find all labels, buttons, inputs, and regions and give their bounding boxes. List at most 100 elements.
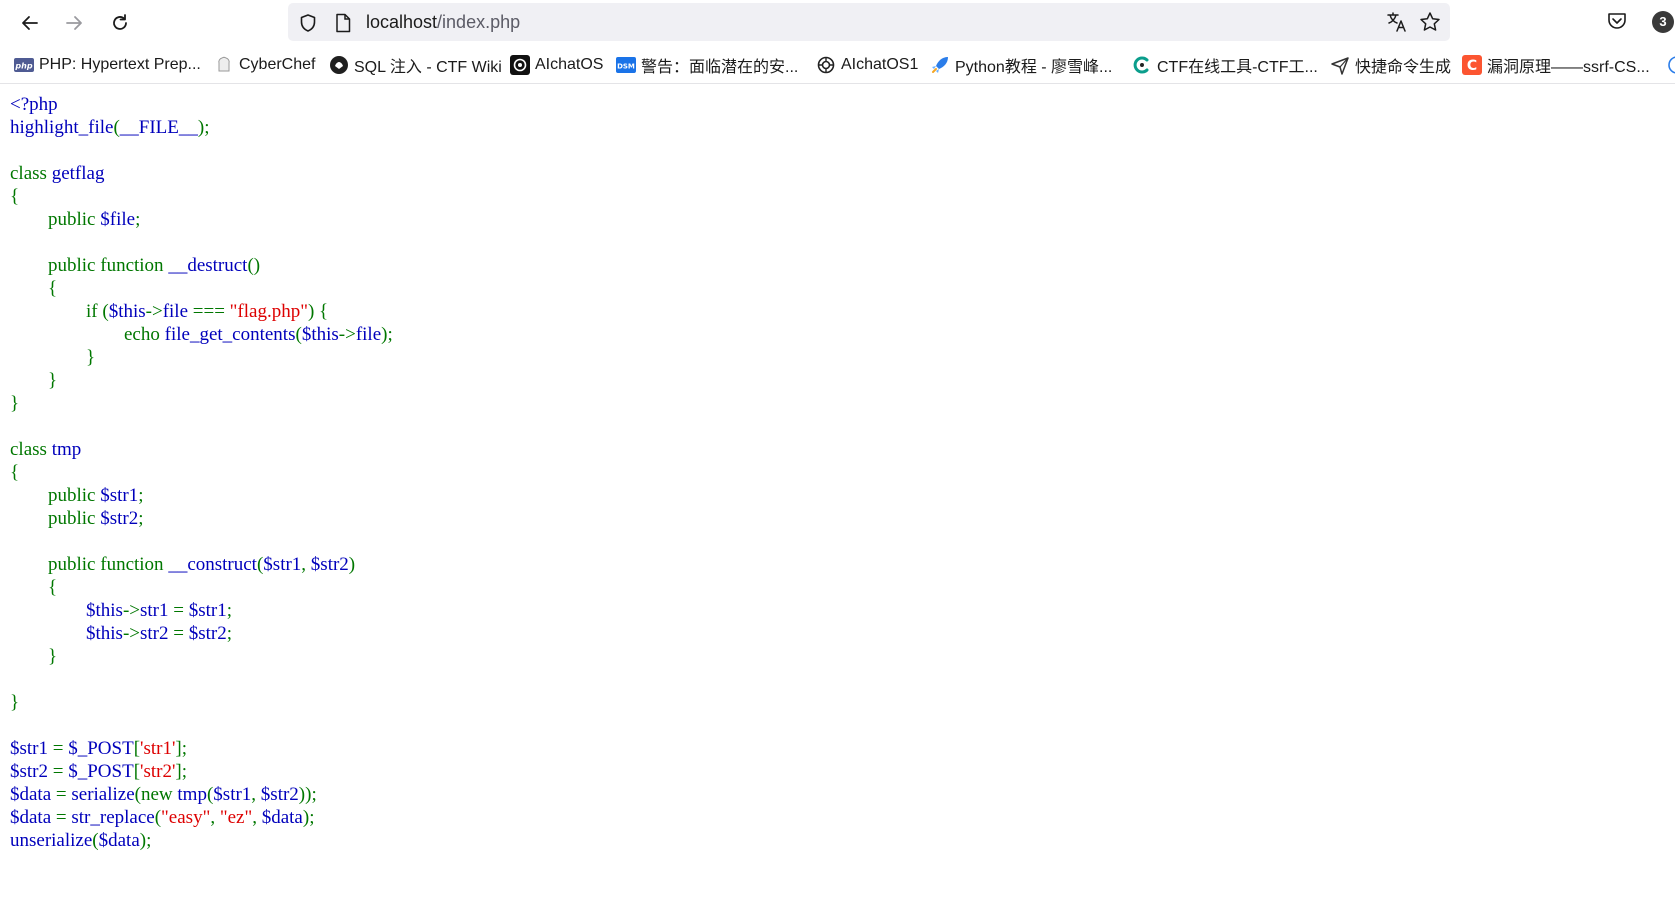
code-token: (new bbox=[134, 784, 178, 805]
code-token: $_POST bbox=[68, 738, 134, 759]
bookmark-command-generator[interactable]: 快捷命令生成 bbox=[1330, 52, 1451, 78]
code-token: , bbox=[301, 554, 311, 575]
code-line: echo file_get_contents($this->file); bbox=[10, 323, 393, 346]
code-token: ; bbox=[135, 209, 141, 230]
code-token: $str1 bbox=[213, 784, 252, 805]
bookmark-label: PHP: Hypertext Prep... bbox=[39, 56, 201, 73]
code-token: "flag.php" bbox=[229, 301, 308, 322]
code-token: $str1 bbox=[100, 485, 139, 506]
bookmarks-bar: php PHP: Hypertext Prep... CyberChef SQL… bbox=[0, 47, 1675, 84]
code-line: $this->str1 = $str1; bbox=[10, 599, 393, 622]
url-host: localhost bbox=[366, 12, 438, 32]
code-line: $str2 = $_POST['str2']; bbox=[10, 760, 393, 783]
code-token: } bbox=[10, 692, 20, 713]
address-bar[interactable]: localhost/index.php bbox=[288, 3, 1450, 41]
csdn-icon: C bbox=[1462, 55, 1482, 75]
code-token: <?php bbox=[10, 94, 58, 115]
code-token: -> bbox=[122, 623, 140, 644]
code-token: 'str2' bbox=[140, 761, 176, 782]
bookmark-python-tutorial[interactable]: Python教程 - 廖雪峰... bbox=[930, 52, 1112, 78]
url-path: /index.php bbox=[437, 12, 521, 32]
bookmark-ssrf-csdn[interactable]: C 漏洞原理——ssrf-CS... bbox=[1462, 52, 1650, 78]
code-line: class getflag bbox=[10, 162, 393, 185]
reload-button[interactable] bbox=[105, 8, 135, 38]
bookmark-label: AIchatOS bbox=[535, 56, 604, 73]
code-line: } bbox=[10, 691, 393, 714]
code-token: "ez" bbox=[219, 807, 253, 828]
code-line: { bbox=[10, 185, 393, 208]
star-icon[interactable] bbox=[1419, 11, 1441, 38]
code-line: $data = str_replace("easy", "ez", $data)… bbox=[10, 806, 393, 829]
code-token: ) bbox=[348, 554, 356, 575]
code-token: unserialize bbox=[10, 830, 93, 851]
bookmark-php[interactable]: php PHP: Hypertext Prep... bbox=[14, 52, 201, 78]
rocket-icon bbox=[930, 55, 950, 75]
translate-icon[interactable] bbox=[1386, 11, 1408, 38]
openai-icon bbox=[510, 55, 530, 75]
code-token: ; bbox=[226, 600, 232, 621]
bookmark-overflow[interactable] bbox=[1663, 52, 1675, 78]
bookmark-cyberchef[interactable]: CyberChef bbox=[214, 52, 315, 78]
bookmark-label: 警告：面临潜在的安... bbox=[641, 59, 799, 76]
url-text[interactable]: localhost/index.php bbox=[366, 12, 520, 32]
code-token: public bbox=[10, 485, 101, 506]
code-token: , bbox=[251, 784, 261, 805]
code-line: } bbox=[10, 369, 393, 392]
ctf-tool-icon bbox=[1132, 55, 1152, 75]
code-token: str_replace bbox=[71, 807, 155, 828]
bookmark-aichatos1[interactable]: AIchatOS1 bbox=[816, 52, 918, 78]
code-token: { bbox=[10, 186, 20, 207]
code-token: ); bbox=[302, 807, 315, 828]
code-token: class bbox=[10, 163, 52, 184]
code-token: ; bbox=[138, 508, 144, 529]
code-token: $str1 bbox=[10, 738, 53, 759]
code-token: -> bbox=[145, 301, 163, 322]
code-token: $str2 bbox=[188, 623, 227, 644]
code-token: { bbox=[10, 278, 58, 299]
code-token: "easy" bbox=[161, 807, 211, 828]
browser-toolbar: localhost/index.php 3 bbox=[0, 0, 1675, 45]
plane-icon bbox=[1330, 55, 1350, 75]
code-token: public bbox=[10, 209, 101, 230]
code-line: public $str2; bbox=[10, 507, 393, 530]
code-token: $this bbox=[86, 600, 123, 621]
code-token: () bbox=[247, 255, 261, 276]
bookmark-sql-ctf-wiki[interactable]: SQL 注入 - CTF Wiki bbox=[329, 52, 502, 78]
code-token: __destruct bbox=[168, 255, 248, 276]
page-icon[interactable] bbox=[334, 13, 352, 38]
code-token: __FILE__ bbox=[119, 117, 198, 138]
code-token: tmp bbox=[51, 439, 82, 460]
code-token: = bbox=[173, 623, 189, 644]
arrow-right-icon bbox=[66, 16, 82, 30]
code-token: } bbox=[10, 393, 20, 414]
code-token: $str2 bbox=[100, 508, 139, 529]
notification-badge[interactable]: 3 bbox=[1652, 11, 1674, 33]
arrow-left-icon bbox=[22, 16, 38, 30]
back-button[interactable] bbox=[15, 8, 45, 38]
bookmark-ctf-tools[interactable]: CTF在线工具-CTF工... bbox=[1132, 52, 1318, 78]
pocket-icon[interactable] bbox=[1606, 10, 1628, 37]
code-line: $data = serialize(new tmp($str1, $str2))… bbox=[10, 783, 393, 806]
code-token: ); bbox=[197, 117, 210, 138]
code-token: public function bbox=[10, 255, 169, 276]
forward-button[interactable] bbox=[59, 8, 89, 38]
code-token: $str2 bbox=[10, 761, 53, 782]
code-token: $this bbox=[86, 623, 123, 644]
bookmark-dsm-warning[interactable]: DSM 警告：面临潜在的安... bbox=[616, 52, 798, 78]
shield-icon[interactable] bbox=[298, 13, 318, 38]
code-token: ); bbox=[381, 324, 393, 345]
code-line: } bbox=[10, 645, 393, 668]
code-line: public $file; bbox=[10, 208, 393, 231]
code-token: { bbox=[10, 462, 20, 483]
dsm-icon: DSM bbox=[616, 55, 636, 75]
code-token: $str1 bbox=[188, 600, 227, 621]
code-token: $str2 bbox=[260, 784, 299, 805]
bookmark-aichatos[interactable]: AIchatOS bbox=[510, 52, 603, 78]
code-token: $data bbox=[98, 830, 140, 851]
code-token: = bbox=[173, 600, 189, 621]
openai-icon bbox=[816, 55, 836, 75]
code-token: -> bbox=[122, 600, 140, 621]
